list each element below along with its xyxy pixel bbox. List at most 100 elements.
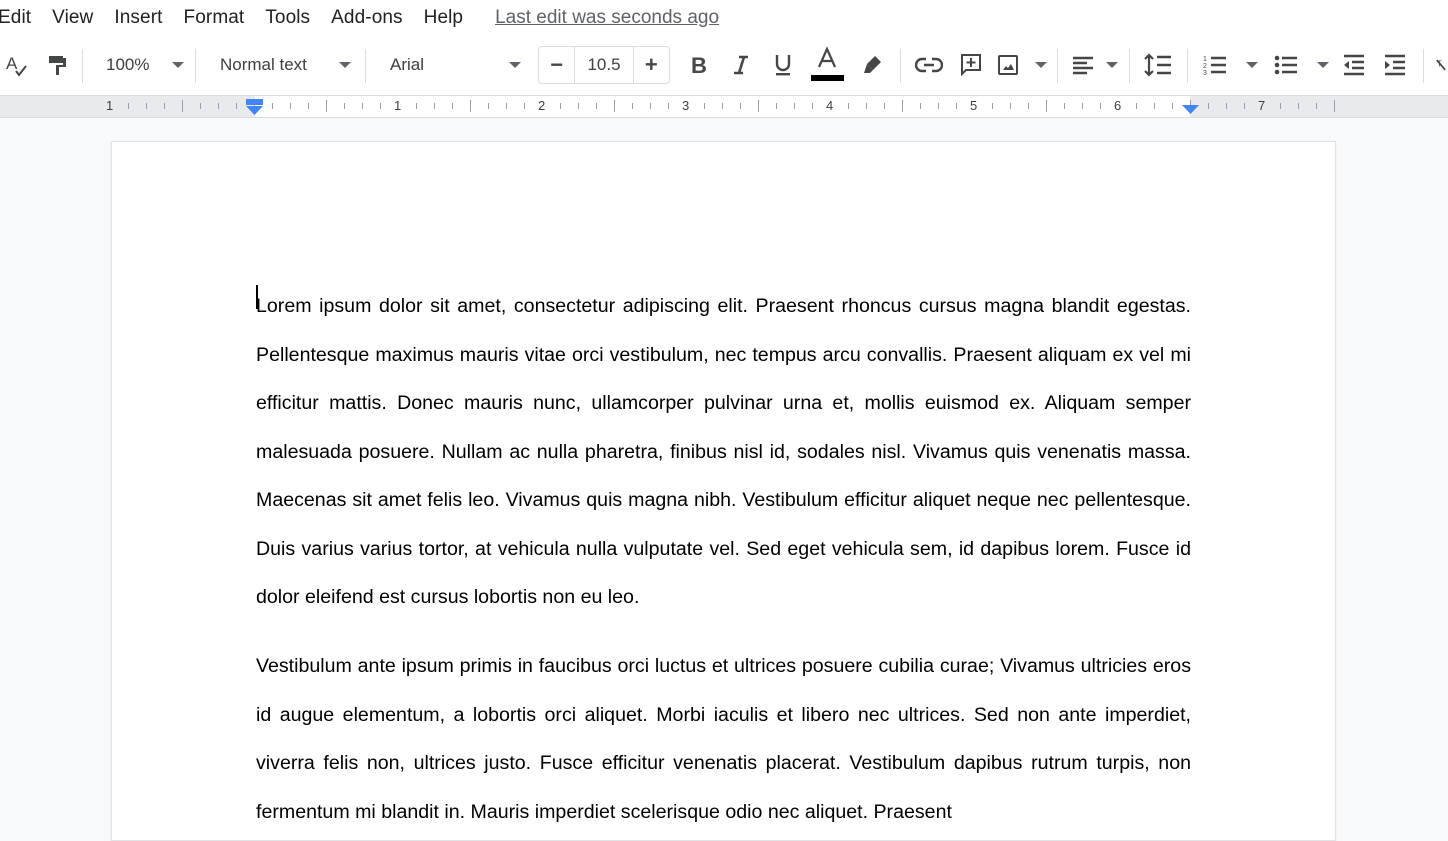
ruler-tick (1226, 103, 1227, 109)
chevron-down-icon (509, 62, 521, 68)
ruler-tick (164, 103, 165, 109)
decrease-font-size-button[interactable]: − (539, 47, 574, 83)
menu-edit[interactable]: Edit (0, 6, 31, 30)
ruler-tick (1100, 103, 1101, 109)
increase-font-size-button[interactable]: + (634, 47, 669, 83)
spellcheck-button[interactable]: A (2, 45, 32, 85)
ruler-tick (488, 103, 489, 109)
toolbar-divider (1187, 49, 1188, 83)
zoom-value: 100% (106, 55, 150, 74)
highlight-button[interactable] (858, 45, 888, 85)
ruler-tick (182, 100, 183, 112)
ruler-tick (650, 103, 651, 109)
menu-help[interactable]: Help (424, 6, 463, 30)
paragraph[interactable]: Lorem ipsum dolor sit amet, consectetur … (256, 282, 1191, 622)
menu-insert[interactable]: Insert (114, 6, 162, 30)
last-edit-link[interactable]: Last edit was seconds ago (495, 7, 719, 29)
ruler-tick (1136, 103, 1137, 109)
menu-format[interactable]: Format (184, 6, 245, 30)
ruler-tick (956, 103, 957, 109)
ruler-label: 4 (826, 98, 834, 113)
add-comment-button[interactable] (956, 45, 986, 85)
menu-view[interactable]: View (52, 6, 93, 30)
text-cursor (256, 285, 258, 309)
document-page[interactable]: Lorem ipsum dolor sit amet, consectetur … (111, 141, 1336, 841)
ruler-tick (938, 103, 939, 109)
increase-indent-button[interactable] (1380, 45, 1410, 85)
bulleted-list-button[interactable] (1273, 45, 1329, 85)
insert-image-button[interactable] (997, 45, 1047, 85)
svg-text:B: B (691, 53, 707, 77)
ruler-tick (884, 103, 885, 109)
ruler-tick (1298, 103, 1299, 109)
ruler-label: 7 (1258, 98, 1266, 113)
insert-link-button[interactable] (913, 45, 945, 85)
paint-format-icon (49, 56, 66, 75)
ruler-tick (704, 103, 705, 109)
paragraph-style-select[interactable]: Normal text (210, 45, 355, 85)
ruler-tick (1028, 103, 1029, 109)
menu-add-ons[interactable]: Add-ons (331, 6, 402, 30)
ruler-label: 2 (538, 98, 546, 113)
ruler-tick (1244, 103, 1245, 109)
font-size-input[interactable]: 10.5 (574, 47, 634, 83)
ruler-tick (1082, 103, 1083, 109)
svg-text:T: T (1437, 58, 1442, 68)
left-indent-marker[interactable] (245, 99, 264, 115)
toolbar-divider (82, 49, 83, 83)
ruler-tick (614, 100, 615, 112)
ruler-tick (596, 103, 597, 109)
ruler-tick (866, 103, 867, 109)
ruler-tick (1208, 103, 1209, 109)
ruler-label: 5 (970, 98, 978, 113)
ruler-tick (1172, 103, 1173, 109)
ruler-tick (524, 103, 525, 109)
align-left-icon (1073, 56, 1093, 75)
ruler-tick (1154, 103, 1155, 109)
ruler-label: 1 (106, 98, 114, 113)
numbered-list-icon: 123 (1203, 56, 1226, 77)
align-button[interactable] (1072, 45, 1118, 85)
chevron-down-icon (1246, 62, 1258, 68)
toolbar-divider (900, 49, 901, 83)
decrease-indent-icon (1344, 54, 1364, 76)
clear-formatting-button[interactable]: T (1434, 45, 1448, 85)
ruler-tick (272, 103, 273, 109)
chevron-down-icon (1317, 62, 1329, 68)
paint-format-button[interactable] (42, 45, 72, 85)
ruler-tick (758, 100, 759, 112)
decrease-indent-button[interactable] (1339, 45, 1369, 85)
right-indent-marker[interactable] (1181, 105, 1200, 115)
document-canvas: Lorem ipsum dolor sit amet, consectetur … (0, 118, 1448, 841)
italic-icon (734, 55, 748, 75)
ruler-tick (236, 103, 237, 109)
underline-button[interactable] (768, 45, 798, 85)
ruler[interactable]: 1 1 2 3 4 5 6 7 (0, 96, 1448, 118)
ruler-tick (290, 103, 291, 109)
numbered-list-button[interactable]: 123 (1202, 45, 1258, 85)
ruler-page-end (1334, 100, 1335, 112)
ruler-tick (722, 103, 723, 109)
font-family-select[interactable]: Arial (380, 45, 525, 85)
toolbar-divider (1129, 49, 1130, 83)
line-spacing-button[interactable] (1141, 45, 1175, 85)
svg-text:3: 3 (1203, 70, 1207, 77)
menu-tools[interactable]: Tools (265, 6, 310, 30)
ruler-tick (1046, 100, 1047, 112)
ruler-tick (848, 103, 849, 109)
menu-bar: Edit View Insert Format Tools Add-ons He… (0, 0, 1448, 35)
zoom-select[interactable]: 100% (96, 45, 188, 85)
italic-button[interactable] (726, 45, 756, 85)
bold-button[interactable]: B (684, 45, 714, 85)
ruler-tick (344, 103, 345, 109)
paragraph[interactable]: Vestibulum ante ipsum primis in faucibus… (256, 642, 1191, 836)
svg-text:A: A (6, 54, 18, 73)
chevron-down-icon (1035, 62, 1047, 68)
toolbar-divider (1057, 49, 1058, 83)
ruler-tick (560, 103, 561, 109)
insert-image-icon (998, 55, 1018, 75)
ruler-tick (362, 103, 363, 109)
chevron-down-icon (172, 62, 184, 68)
text-color-button[interactable] (810, 43, 844, 87)
ruler-tick (470, 100, 471, 112)
